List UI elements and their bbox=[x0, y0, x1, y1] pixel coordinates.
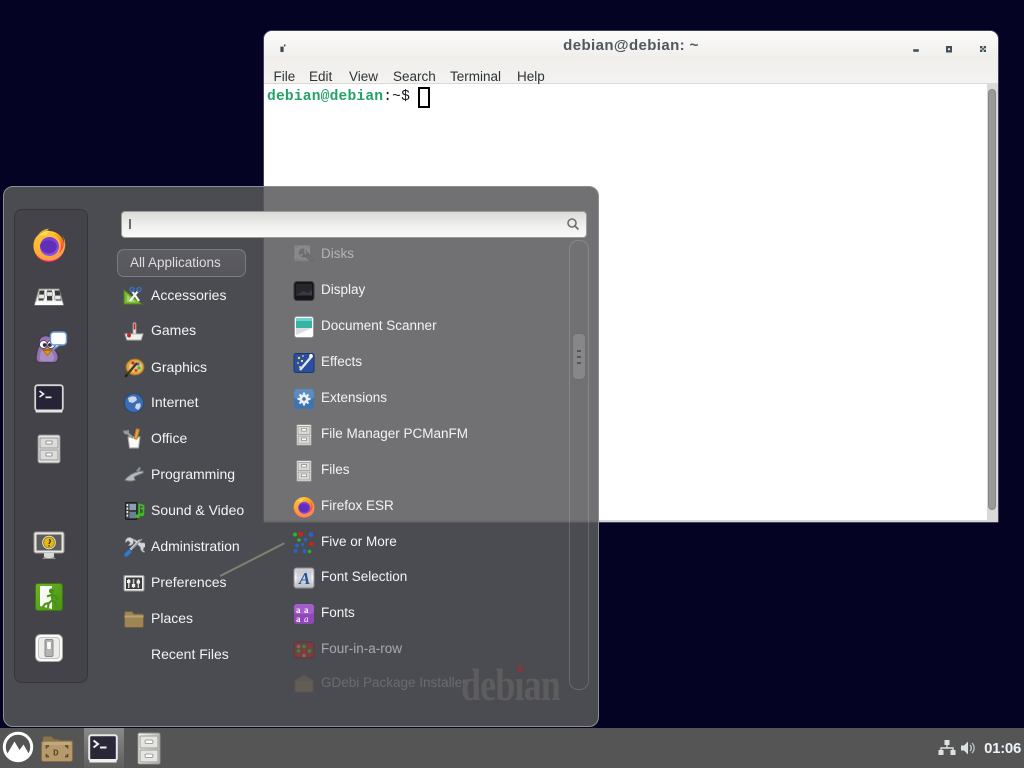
svg-text:a: a bbox=[304, 614, 309, 624]
svg-text:D: D bbox=[53, 748, 59, 759]
svg-text:a: a bbox=[296, 614, 301, 624]
svg-text:A: A bbox=[298, 569, 310, 588]
